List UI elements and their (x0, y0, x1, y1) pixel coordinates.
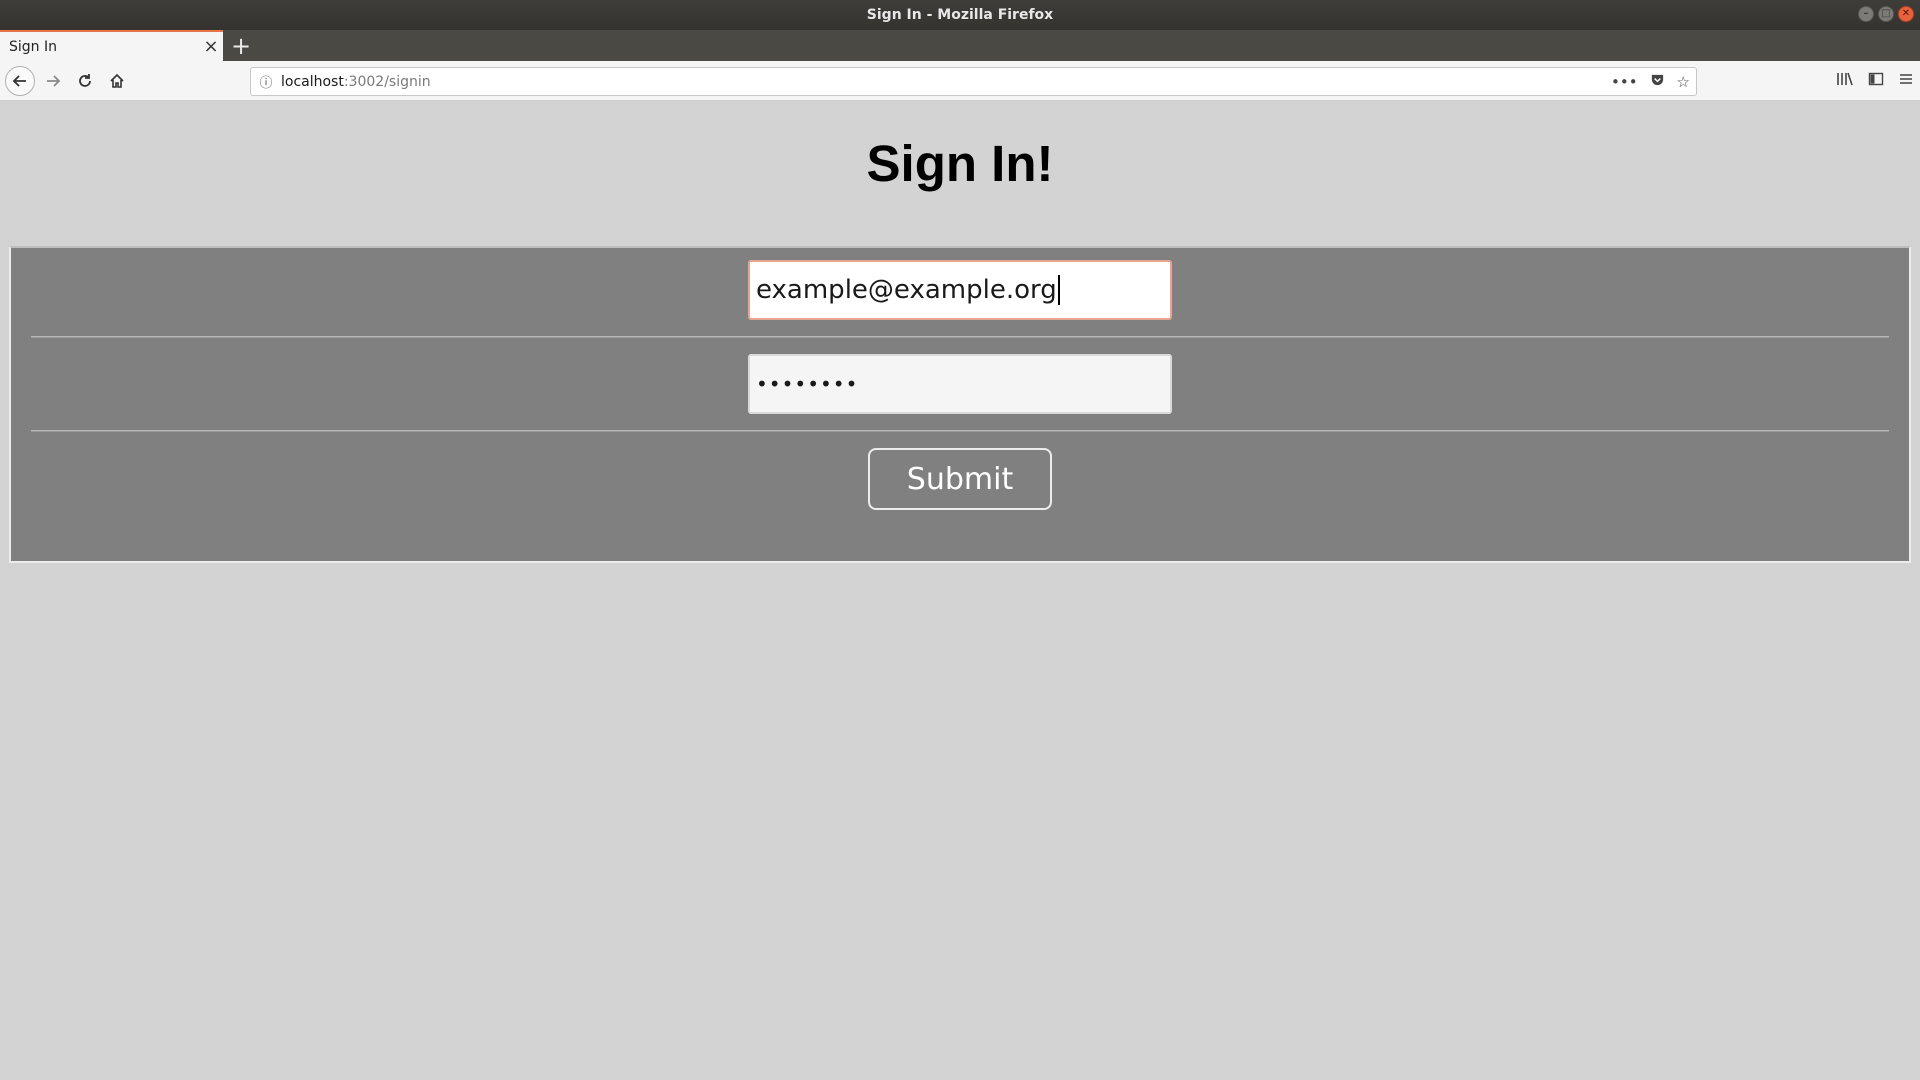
maximize-icon[interactable]: □ (1878, 6, 1894, 22)
submit-row: Submit (11, 448, 1909, 510)
back-arrow-icon[interactable] (5, 66, 35, 96)
url-actions: ••• ☆ (1611, 68, 1690, 95)
reload-icon[interactable] (71, 67, 99, 95)
tab-sign-in[interactable]: Sign In × (0, 30, 223, 61)
form-divider (31, 430, 1889, 432)
email-field[interactable]: example@example.org (748, 260, 1172, 320)
password-field[interactable]: •••••••• (748, 354, 1172, 414)
window-title: Sign In - Mozilla Firefox (866, 7, 1054, 23)
page-content: Sign In! example@example.org •••••••• Su… (0, 102, 1920, 1080)
new-tab-icon[interactable]: + (228, 30, 254, 61)
email-value: example@example.org (756, 275, 1057, 305)
more-dots-icon[interactable]: ••• (1611, 73, 1638, 91)
pocket-icon[interactable] (1650, 72, 1665, 91)
url-bar[interactable]: ⓘ localhost:3002/signin ••• ☆ (250, 67, 1697, 96)
page-title: Sign In! (866, 135, 1054, 192)
text-caret (1057, 275, 1060, 305)
password-mask: •••••••• (756, 372, 859, 396)
form-divider (31, 336, 1889, 338)
sign-in-form: example@example.org •••••••• Submit (9, 246, 1911, 563)
window-controls: – □ ✕ (1858, 6, 1914, 22)
password-row: •••••••• (11, 354, 1909, 414)
email-row: example@example.org (11, 260, 1909, 320)
url-host: localhost (281, 73, 344, 90)
info-icon[interactable]: ⓘ (251, 72, 281, 91)
home-icon[interactable] (103, 67, 131, 95)
forward-arrow-icon[interactable] (39, 67, 67, 95)
submit-button[interactable]: Submit (868, 448, 1052, 510)
close-window-icon[interactable]: ✕ (1898, 6, 1914, 22)
navigation-toolbar: ⓘ localhost:3002/signin ••• ☆ (0, 61, 1920, 101)
library-icon[interactable] (1836, 71, 1854, 91)
url-path: :3002/signin (343, 73, 431, 90)
tab-title: Sign In (9, 38, 57, 55)
window-titlebar: Sign In - Mozilla Firefox – □ ✕ (0, 0, 1920, 30)
close-tab-icon[interactable]: × (199, 36, 223, 57)
sidebar-icon[interactable] (1868, 71, 1884, 91)
hamburger-menu-icon[interactable] (1898, 71, 1914, 91)
tab-strip: Sign In × + (0, 30, 1920, 61)
toolbar-right (1836, 67, 1914, 95)
minimize-icon[interactable]: – (1858, 6, 1874, 22)
star-icon[interactable]: ☆ (1677, 73, 1690, 91)
